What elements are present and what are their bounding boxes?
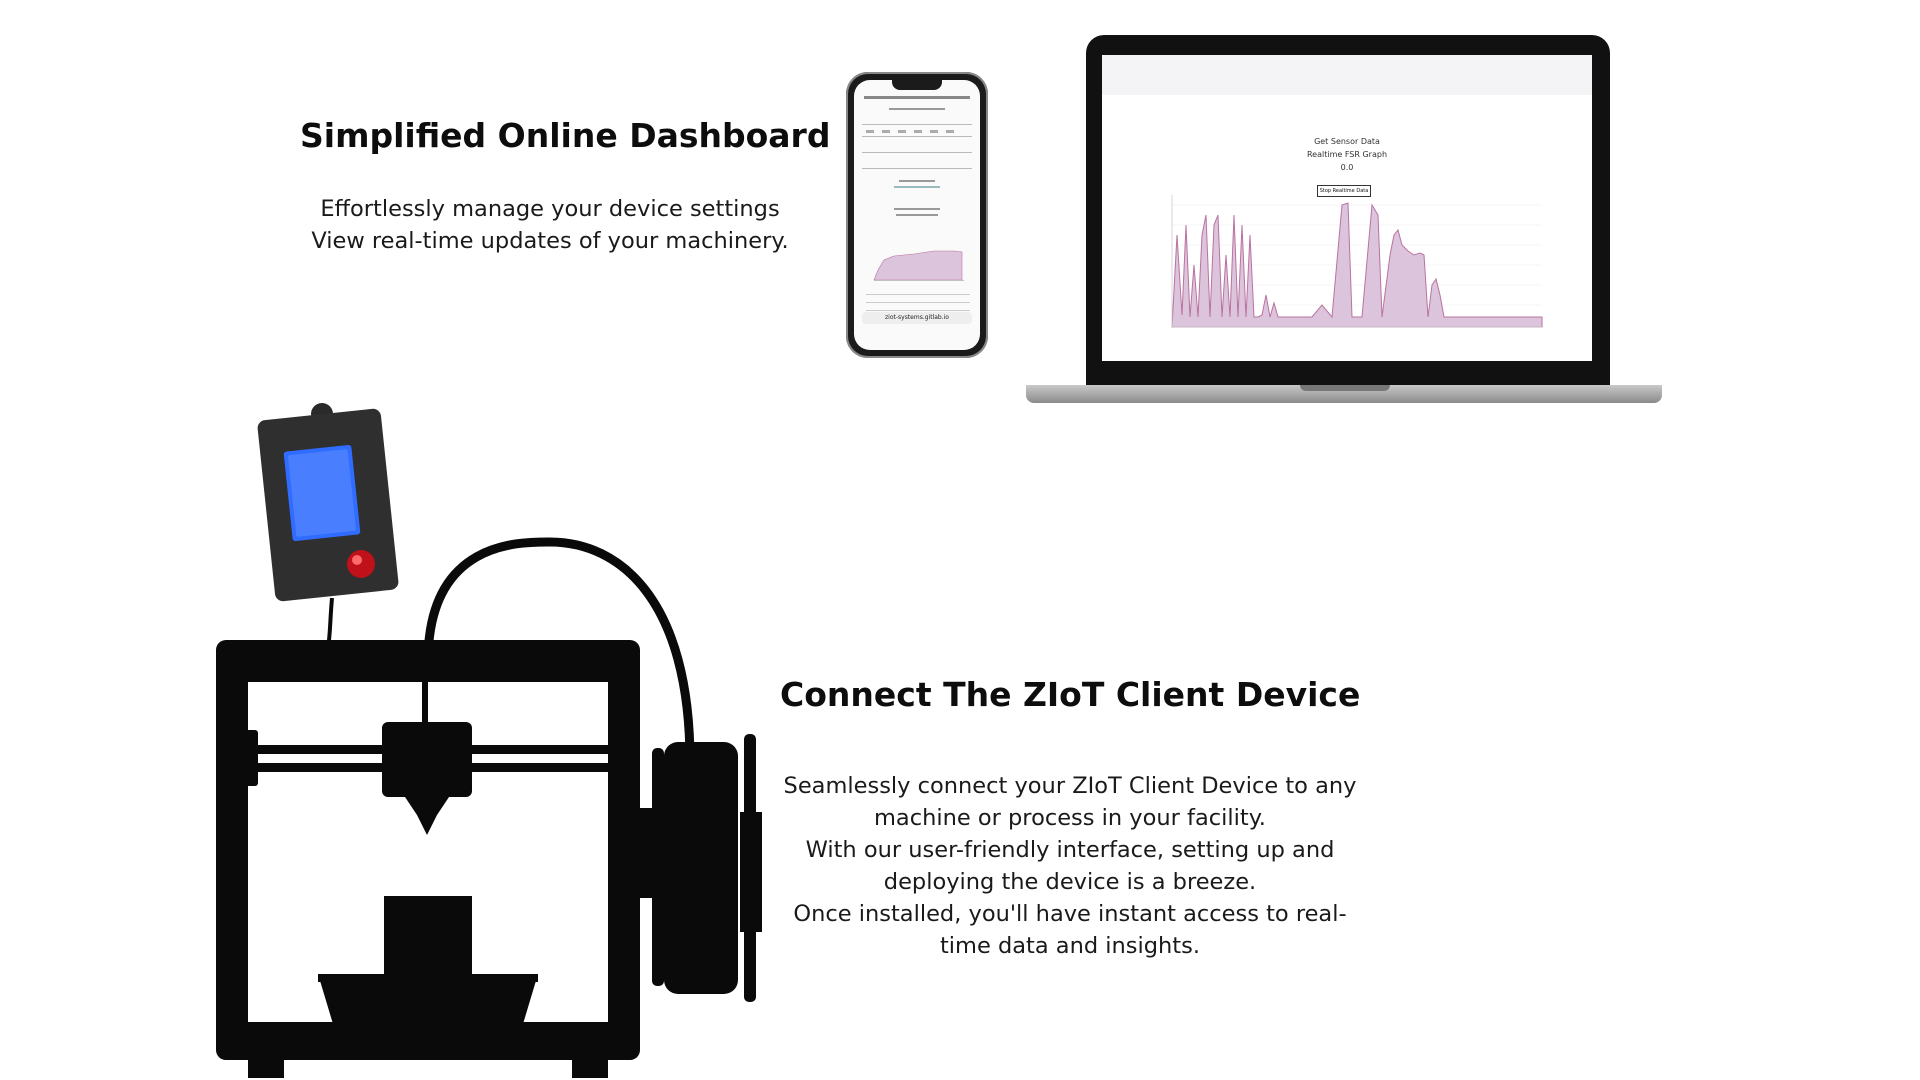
laptop-screen: Get Sensor Data Realtime FSR Graph 0.0 S… bbox=[1102, 55, 1592, 361]
laptop-hinge-notch bbox=[1300, 385, 1390, 391]
phone-mockup: ziot-systems.gitlab.io bbox=[846, 72, 988, 358]
client-line: time data and insights. bbox=[939, 933, 1201, 959]
phone-url-bar: ziot-systems.gitlab.io bbox=[862, 312, 972, 324]
client-device-description: Seamlessly connect your ZIoT Client Devi… bbox=[770, 770, 1370, 962]
phone-screen: ziot-systems.gitlab.io bbox=[854, 80, 980, 350]
client-device-heading: Connect The ZIoT Client Device bbox=[780, 675, 1361, 714]
client-line: machine or process in your facility. bbox=[874, 805, 1266, 831]
printer-with-ziot-device-illustration bbox=[216, 403, 762, 1078]
client-line: Seamlessly connect your ZIoT Client Devi… bbox=[783, 773, 1357, 799]
laptop-mockup: Get Sensor Data Realtime FSR Graph 0.0 S… bbox=[1086, 35, 1610, 385]
3d-printer-icon bbox=[216, 640, 762, 1078]
client-line: Once installed, you'll have instant acce… bbox=[793, 901, 1347, 927]
phone-notch bbox=[892, 80, 942, 90]
ziot-client-device bbox=[257, 403, 399, 602]
client-line: With our user-friendly interface, settin… bbox=[805, 837, 1335, 863]
phone-dashboard-thumbnail bbox=[862, 96, 972, 311]
laptop-graph bbox=[1171, 195, 1543, 328]
client-line: deploying the device is a breeze. bbox=[883, 869, 1257, 895]
